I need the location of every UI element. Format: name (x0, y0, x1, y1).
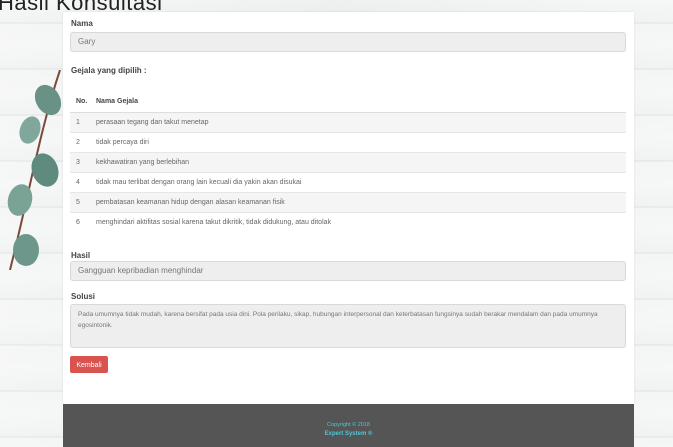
gejala-label: Gejala yang dipilih : (71, 66, 147, 75)
nama-field: Gary (70, 32, 626, 52)
table-header-gejala: Nama Gejala (92, 90, 626, 113)
gejala-table: No. Nama Gejala 1 perasaan tegang dan tak… (70, 90, 626, 232)
nama-label: Nama (71, 19, 93, 28)
footer-brand: Expert System ® (324, 431, 373, 437)
table-row: 4 tidak mau terlibat dengan orang lain ke… (70, 172, 626, 193)
table-row: 6 menghindari aktifitas sosial karena tak… (70, 212, 626, 232)
kembali-button[interactable]: Kembali (70, 356, 108, 373)
solusi-textarea[interactable]: Pada umumnya tidak mudah, karena bersifa… (70, 304, 626, 348)
table-row: 2 tidak percaya diri (70, 132, 626, 153)
table-row: 1 perasaan tegang dan takut menetap (70, 112, 626, 133)
hasil-label: Hasil (71, 251, 91, 260)
table-row: 3 kekhawatiran yang berlebihan (70, 152, 626, 173)
footer: Copyright © 2018 Expert System ® (63, 404, 634, 447)
table-header-no: No. (70, 90, 92, 113)
result-card: Nama Gary Gejala yang dipilih : No. Nama… (63, 12, 634, 404)
solusi-label: Solusi (71, 292, 96, 301)
footer-copyright: Copyright © 2018 (327, 422, 370, 428)
hasil-field: Gangguan kepribadian menghindar (70, 261, 626, 281)
table-row: 5 pembatasan keamanan hidup dengan alasan… (70, 192, 626, 213)
